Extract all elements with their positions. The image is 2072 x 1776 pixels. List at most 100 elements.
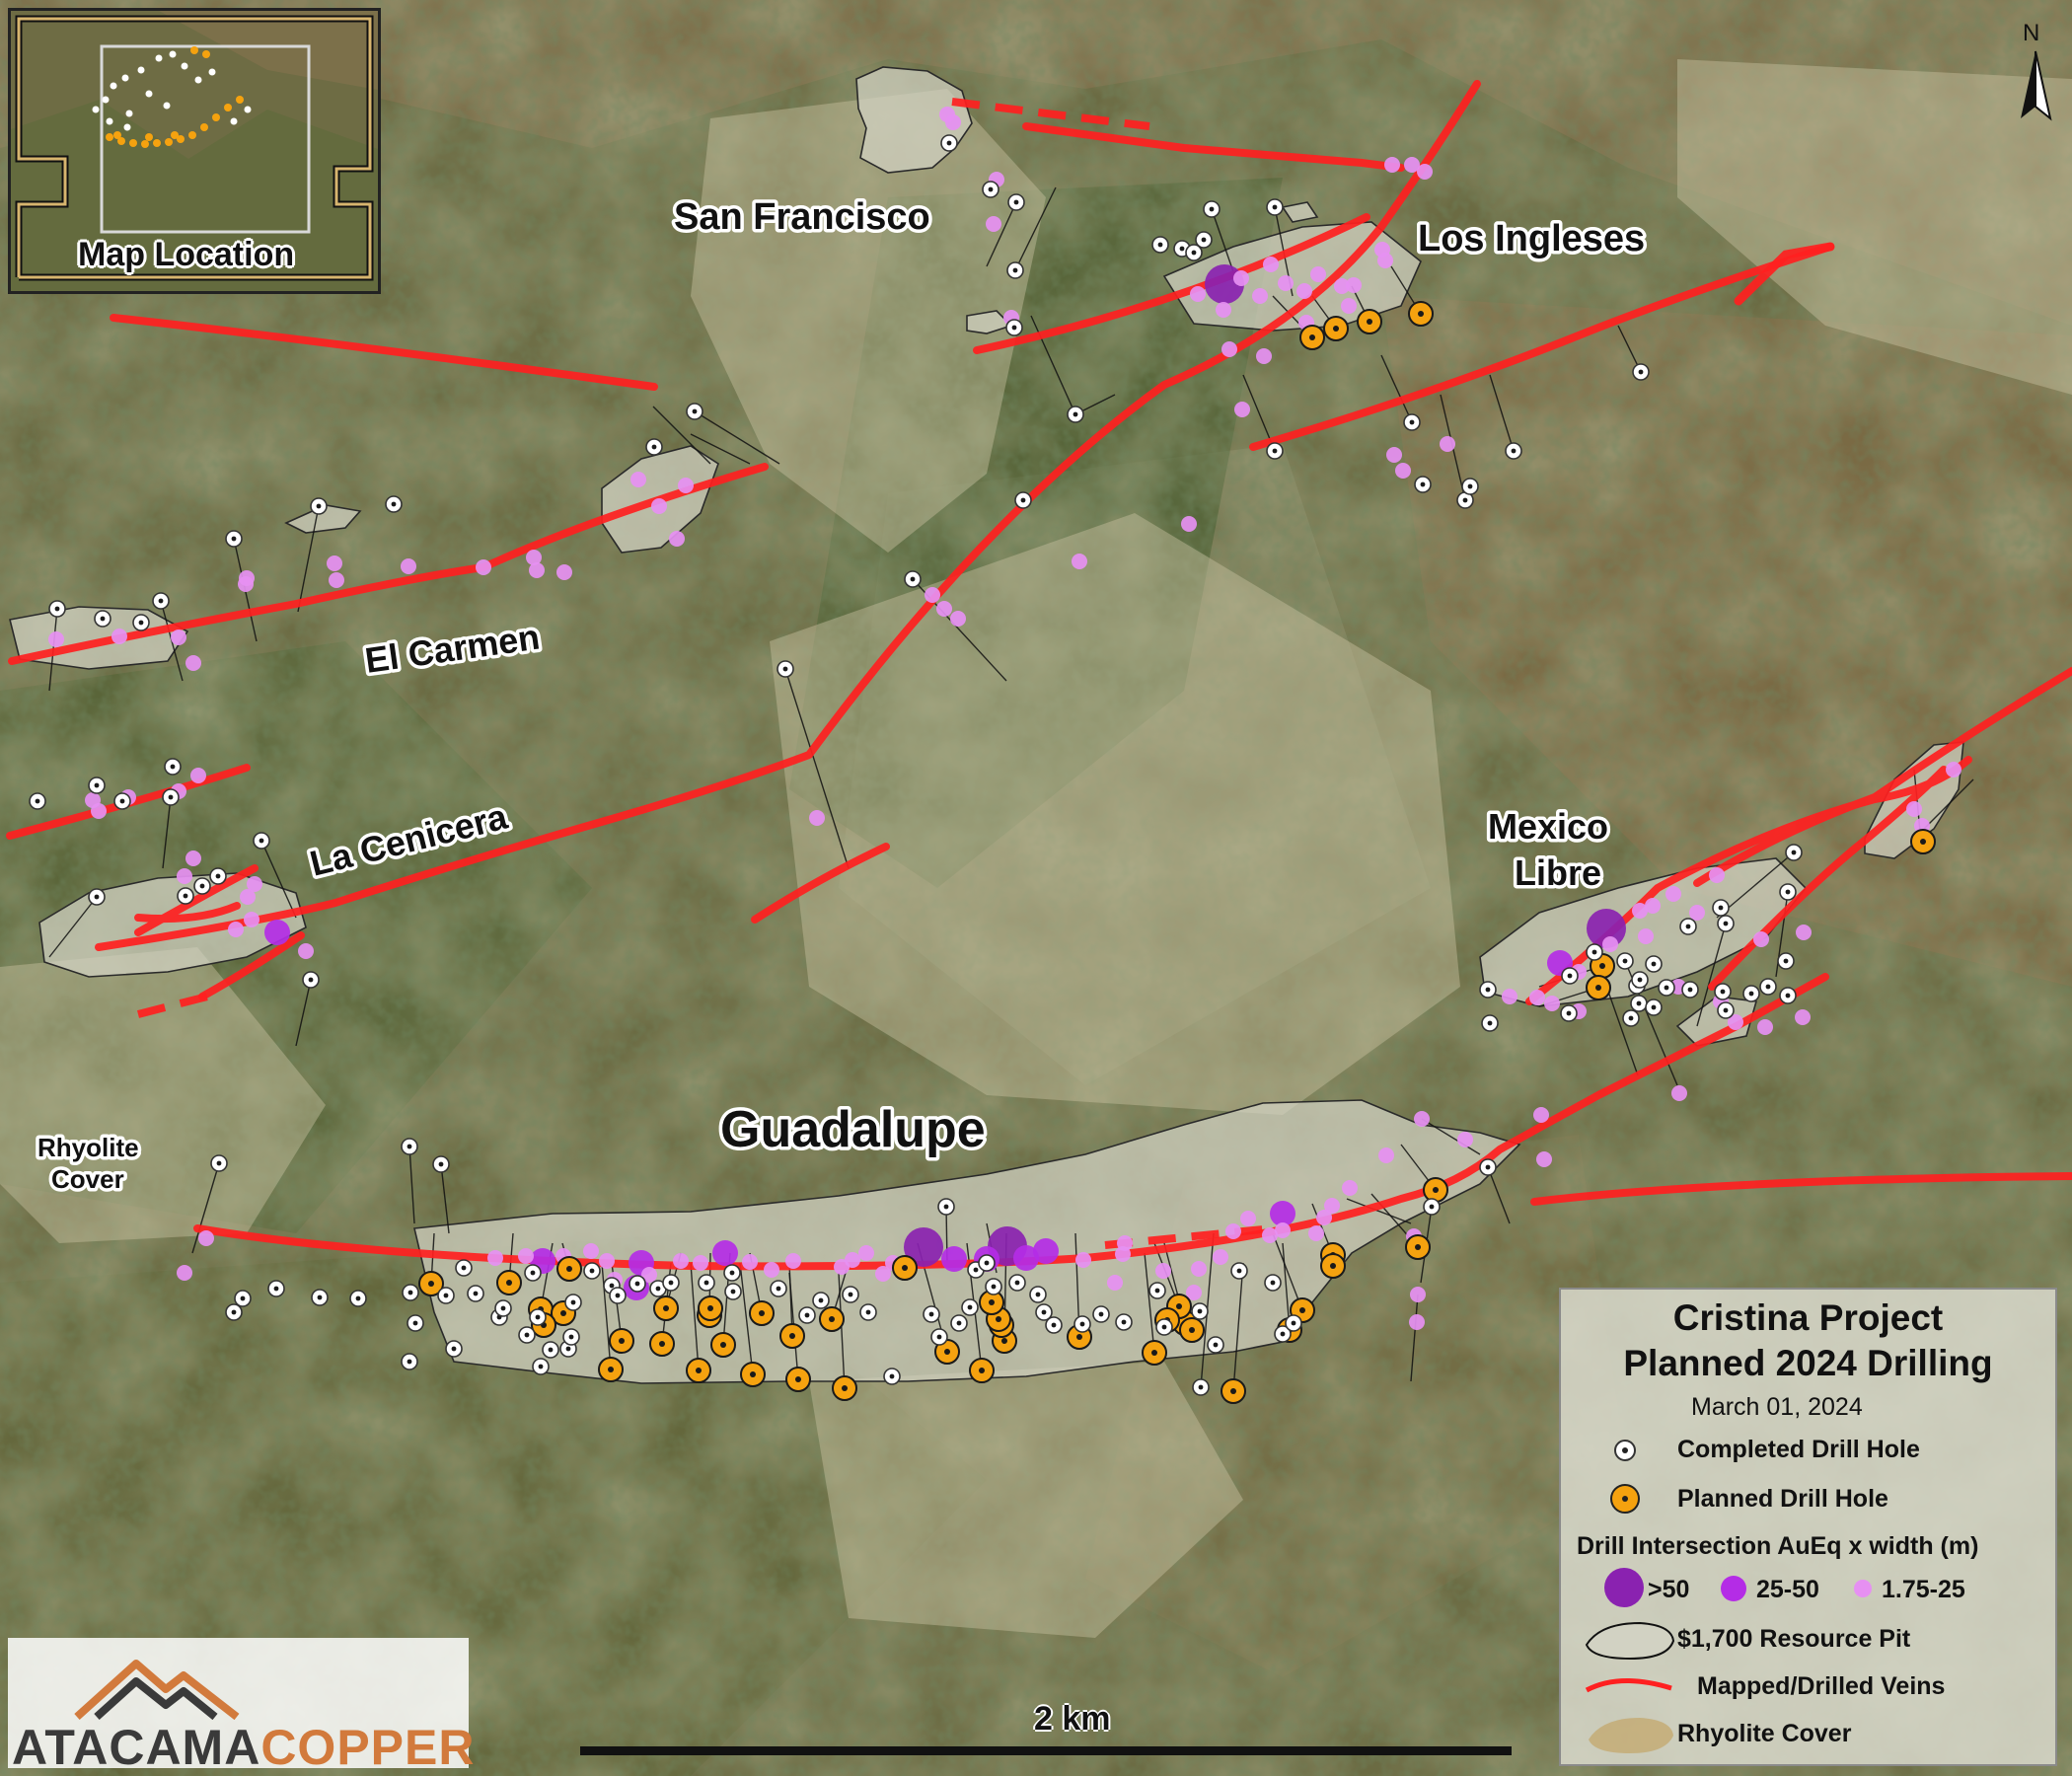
intersection-marker [742, 1254, 758, 1270]
intersection-marker [1378, 1147, 1394, 1163]
planned-drill-hole [892, 1255, 918, 1281]
intersection-marker [599, 1253, 615, 1269]
planned-drill-hole [1357, 309, 1382, 334]
intersection-marker [1310, 266, 1326, 282]
intersection-marker [111, 629, 127, 644]
planned-drill-hole [710, 1332, 736, 1358]
intersection-marker [1190, 286, 1206, 302]
completed-drill-hole [724, 1283, 742, 1300]
completed-drill-hole [494, 1299, 512, 1317]
completed-drill-hole [48, 600, 66, 618]
completed-drill-hole [1073, 1315, 1091, 1333]
completed-drill-hole [923, 1305, 940, 1323]
intersection-marker [556, 564, 572, 580]
completed-drill-hole [1779, 883, 1797, 901]
completed-drill-hole [985, 1278, 1002, 1295]
intersection-marker [925, 587, 940, 603]
completed-drill-hole [1645, 999, 1663, 1016]
intersection-marker [1638, 928, 1654, 944]
atacama-copper-logo: ATACAMACOPPER [8, 1638, 474, 1775]
label-guadalupe: Guadalupe [720, 1101, 986, 1158]
legend-vein-icon [1585, 1678, 1672, 1693]
intersection-marker [401, 558, 416, 574]
completed-drill-hole [978, 1254, 996, 1272]
completed-drill-hole [518, 1326, 536, 1344]
intersection-marker [1107, 1275, 1123, 1291]
completed-drill-hole [904, 570, 922, 588]
completed-drill-hole [937, 1198, 955, 1216]
map-canvas[interactable]: San Francisco Los Ingleses El Carmen La … [0, 0, 2072, 1776]
completed-drill-hole [1014, 491, 1032, 509]
completed-drill-hole [583, 1262, 601, 1280]
completed-drill-hole [842, 1286, 859, 1303]
completed-drill-hole [1264, 1274, 1282, 1292]
intersection-marker [1384, 157, 1400, 173]
completed-drill-hole [1632, 363, 1650, 381]
planned-drill-hole [698, 1295, 723, 1321]
label-libre: Libre [1515, 852, 1601, 893]
intersection-marker [1278, 275, 1294, 291]
completed-drill-hole [950, 1314, 968, 1332]
intersection-marker [1753, 931, 1769, 947]
intersection-marker [950, 611, 966, 627]
intersection-marker [809, 810, 825, 826]
intersection-marker [1440, 436, 1455, 452]
completed-drill-hole [1148, 1282, 1166, 1299]
legend-rhyolite-label: Rhyolite Cover [1677, 1720, 1852, 1747]
intersection-marker [941, 1246, 967, 1272]
planned-drill-hole [1423, 1177, 1448, 1203]
planned-drill-hole [1221, 1378, 1246, 1404]
completed-drill-hole [1479, 1158, 1497, 1176]
intersection-marker [85, 792, 101, 808]
planned-drill-hole [785, 1367, 811, 1392]
completed-drill-hole [564, 1294, 582, 1311]
completed-drill-hole [940, 134, 958, 152]
completed-drill-hole [1616, 952, 1634, 970]
intersection-marker [1709, 867, 1725, 883]
intersection-marker [986, 216, 1001, 232]
intersection-marker [264, 920, 290, 945]
completed-drill-hole [542, 1341, 559, 1359]
north-label: N [2023, 20, 2040, 46]
intersection-marker [1234, 402, 1250, 417]
intersection-marker [583, 1243, 599, 1259]
completed-drill-hole [529, 1308, 547, 1326]
planned-drill-hole [649, 1331, 675, 1357]
planned-drill-hole [653, 1295, 679, 1321]
completed-drill-hole [1658, 979, 1675, 997]
completed-drill-hole [1622, 1009, 1640, 1027]
completed-drill-hole [629, 1275, 646, 1293]
planned-drill-hole [819, 1306, 845, 1332]
legend-completed-label: Completed Drill Hole [1677, 1436, 1920, 1463]
completed-drill-hole [698, 1274, 715, 1292]
planned-drill-hole [1179, 1317, 1205, 1343]
completed-drill-hole [311, 1289, 329, 1306]
logo-mountain-icon [74, 1660, 240, 1721]
completed-drill-hole [930, 1328, 948, 1346]
completed-drill-hole [1266, 198, 1284, 216]
intersection-marker [1240, 1211, 1256, 1226]
completed-drill-hole [152, 592, 170, 610]
intersection-marker [1233, 270, 1249, 286]
planned-drill-hole [779, 1323, 805, 1349]
completed-drill-hole [1006, 261, 1024, 279]
completed-drill-hole [662, 1274, 680, 1292]
inset-map: Map Location [8, 8, 381, 294]
planned-drill-hole [1299, 325, 1325, 350]
legend-planned-icon [1610, 1484, 1640, 1514]
legend-pit-label: $1,700 Resource Pit [1677, 1625, 1911, 1653]
label-san-francisco: San Francisco [674, 196, 930, 238]
intersection-marker [171, 629, 186, 645]
intersection-marker [476, 559, 491, 575]
completed-drill-hole [253, 832, 270, 850]
intersection-marker [1341, 298, 1357, 314]
completed-drill-hole [234, 1290, 252, 1307]
intersection-marker [939, 107, 955, 122]
planned-drill-hole [1586, 975, 1611, 1000]
intersection-marker [1275, 1222, 1291, 1238]
legend-pit-icon [1585, 1621, 1675, 1661]
completed-drill-hole [1681, 981, 1699, 999]
intersection-marker [875, 1266, 891, 1282]
completed-drill-hole [88, 777, 106, 794]
intersection-marker [1216, 302, 1231, 318]
